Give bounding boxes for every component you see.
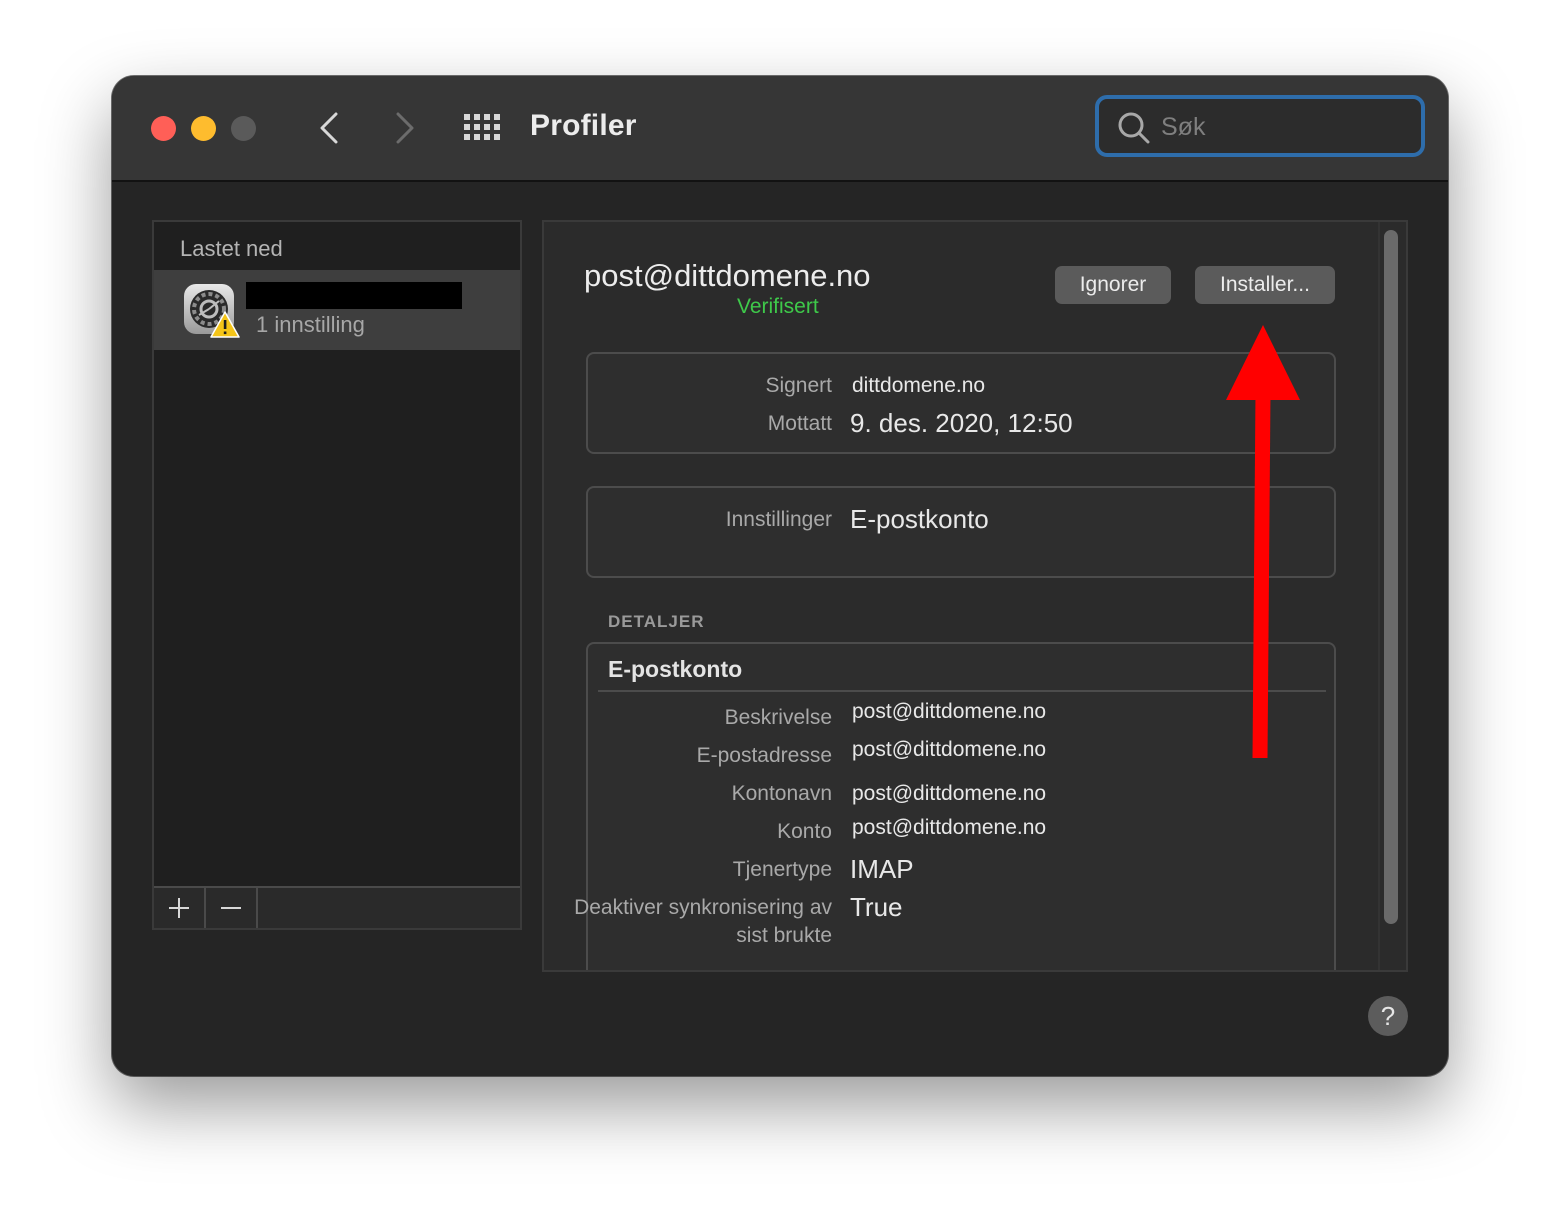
chevron-right-icon: [396, 112, 414, 144]
plus-icon: [169, 898, 189, 918]
detail-label-server-type: Tjenertype: [732, 858, 832, 881]
sidebar-footer: [154, 886, 520, 928]
grid-icon: [464, 114, 500, 140]
detail-label-account: Konto: [777, 820, 832, 843]
detail-value-account-name: post@dittdomene.no: [852, 782, 1047, 805]
settings-gear-warning-icon: [184, 284, 240, 338]
details-heading: DETALJER: [608, 612, 705, 631]
close-window-button[interactable]: [151, 116, 176, 141]
remove-profile-button[interactable]: [206, 888, 258, 928]
show-all-button[interactable]: [462, 112, 502, 142]
signed-value: dittdomene.no: [852, 374, 986, 397]
signed-label: Signert: [765, 374, 832, 397]
chevron-left-icon: [320, 112, 338, 144]
detail-value-disable-recents-sync: True: [850, 892, 903, 922]
back-button[interactable]: [312, 108, 352, 148]
profile-settings-count: 1 innstilling: [256, 312, 365, 337]
settings-value: E-postkonto: [850, 504, 989, 534]
zoom-window-button[interactable]: [231, 116, 256, 141]
sidebar-profile-item[interactable]: 1 innstilling: [154, 270, 520, 350]
sidebar-section-header: Lastet ned: [180, 236, 283, 261]
profiles-sidebar: Lastet ned 1 innstilling: [152, 220, 522, 930]
detail-value-description: post@dittdomene.no: [852, 700, 1047, 723]
profile-title: post@dittdomene.no: [584, 258, 871, 293]
search-input[interactable]: [1161, 109, 1411, 145]
install-button[interactable]: Installer...: [1195, 266, 1335, 304]
received-value: 9. des. 2020, 12:50: [850, 408, 1073, 438]
add-profile-button[interactable]: [154, 888, 206, 928]
help-button[interactable]: ?: [1368, 996, 1408, 1036]
search-field[interactable]: [1095, 95, 1425, 157]
profile-name-redacted: [246, 282, 462, 309]
minus-icon: [221, 907, 241, 909]
ignore-button[interactable]: Ignorer: [1055, 266, 1171, 304]
received-label: Mottatt: [767, 412, 832, 435]
search-icon: [1118, 112, 1150, 144]
scrollbar-thumb[interactable]: [1384, 230, 1398, 924]
details-divider: [598, 690, 1326, 692]
detail-label-disable-recents-sync: Deaktiver synkronisering av sist brukte: [574, 896, 832, 947]
forward-button[interactable]: [384, 108, 424, 148]
detail-label-description: Beskrivelse: [724, 706, 832, 729]
window-title: Profiler: [530, 109, 637, 142]
detail-label-account-name: Kontonavn: [731, 782, 832, 805]
settings-box: Innstillinger E-postkonto: [586, 486, 1336, 578]
profile-detail-panel: post@dittdomene.no Verifisert Ignorer In…: [542, 220, 1408, 972]
titlebar: Profiler: [112, 76, 1448, 182]
details-section-title: E-postkonto: [608, 656, 743, 682]
settings-label: Innstillinger: [725, 508, 832, 531]
signature-box: Signert dittdomene.no Mottatt 9. des. 20…: [586, 352, 1336, 454]
detail-label-email: E-postadresse: [696, 744, 832, 767]
preferences-window: Profiler Lastet ned: [112, 76, 1448, 1076]
verified-status: Verifisert: [737, 295, 819, 318]
details-box: E-postkonto Beskrivelse post@dittdomene.…: [574, 642, 1336, 970]
detail-value-email: post@dittdomene.no: [852, 738, 1047, 761]
minimize-window-button[interactable]: [191, 116, 216, 141]
detail-value-account: post@dittdomene.no: [852, 816, 1047, 839]
detail-value-server-type: IMAP: [850, 854, 914, 884]
